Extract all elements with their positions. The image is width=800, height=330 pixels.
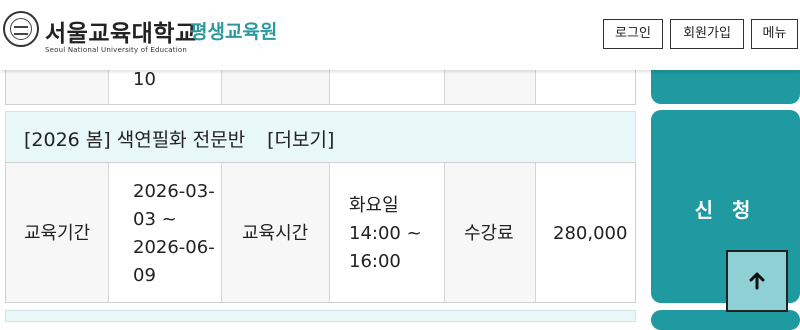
- period-line-3: 2026-06-: [133, 237, 215, 258]
- time-line-3: 16:00: [349, 251, 401, 272]
- period-line-1: 2026-03-: [133, 181, 215, 202]
- period-label: 교육기간: [24, 223, 91, 244]
- period-line-4: 09: [133, 265, 156, 286]
- course-title-line: [2026 봄] 색연필화 전문반 [더보기]: [24, 125, 334, 152]
- time-label: 교육시간: [242, 223, 309, 244]
- course-title-row: [2026 봄] 색연필화 전문반 [더보기]: [5, 111, 636, 163]
- signup-button[interactable]: 회원가입: [670, 19, 744, 49]
- logo-english-name: Seoul National University of Education: [45, 46, 187, 54]
- logo-subtitle[interactable]: 평생교육원: [190, 17, 277, 44]
- time-label-cell: 교육시간: [222, 163, 330, 302]
- fee-label: 수강료: [464, 223, 514, 244]
- next-course-title-row: [5, 310, 636, 322]
- site-header: 서울교육대학교 평생교육원 Seoul National University …: [0, 0, 800, 70]
- period-label-cell: 교육기간: [6, 163, 109, 302]
- login-button[interactable]: 로그인: [603, 19, 663, 49]
- logo-name[interactable]: 서울교육대학교: [45, 14, 197, 48]
- menu-button[interactable]: 메뉴: [751, 19, 798, 49]
- university-emblem-icon[interactable]: [3, 11, 39, 47]
- time-value-cell: 화요일 14:00 ~ 16:00: [330, 163, 445, 302]
- course-details-row: 교육기간 2026-03- 03 ~ 2026-06- 09 교육시간 화요일 …: [5, 162, 636, 303]
- period-line-2: 03 ~: [133, 209, 177, 230]
- course-title: [2026 봄] 색연필화 전문반: [24, 129, 246, 151]
- time-line-2: 14:00 ~: [349, 223, 422, 244]
- scroll-top-button[interactable]: [726, 250, 788, 312]
- time-line-1: 화요일: [349, 195, 399, 216]
- more-link[interactable]: [더보기]: [267, 129, 334, 151]
- arrow-up-icon: [749, 272, 765, 290]
- fee-label-cell: 수강료: [445, 163, 536, 302]
- period-value-cell: 2026-03- 03 ~ 2026-06- 09: [109, 163, 222, 302]
- prev-period-tail: 10: [133, 69, 156, 90]
- next-apply-button[interactable]: [651, 310, 800, 330]
- fee-value-cell: 280,000: [536, 163, 635, 302]
- apply-label: 신 청: [694, 198, 757, 222]
- emblem-bar: [14, 26, 28, 35]
- fee-value: 280,000: [553, 223, 628, 244]
